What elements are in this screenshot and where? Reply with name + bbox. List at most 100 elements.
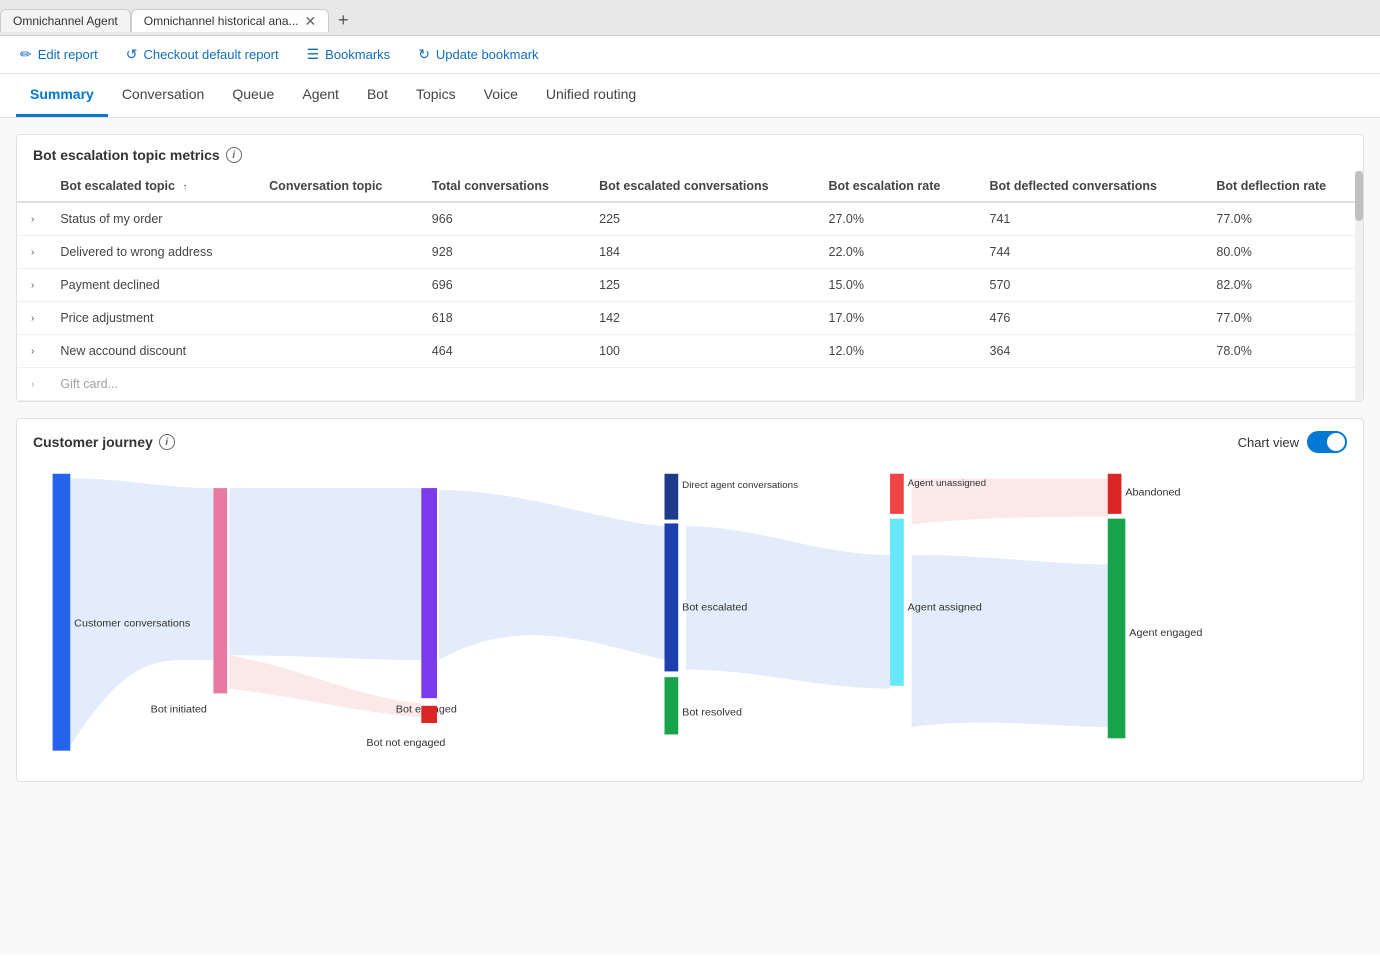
expand-button[interactable]: › (29, 311, 36, 326)
checkout-label: Checkout default report (143, 47, 278, 62)
escalated-cell: 225 (587, 202, 816, 236)
escalated-cell: 142 (587, 302, 816, 335)
node-label-direct-agent: Direct agent conversations (682, 480, 798, 491)
expand-cell[interactable]: › (17, 368, 48, 401)
close-icon[interactable]: ✕ (305, 14, 317, 28)
bookmarks-icon: ☰ (307, 46, 320, 63)
tab-conversation[interactable]: Conversation (108, 74, 219, 117)
esc-rate-cell (817, 368, 978, 401)
main-content: Bot escalation topic metrics i Bot escal… (0, 118, 1380, 955)
topic-cell: Gift card... (48, 368, 257, 401)
tab-bot[interactable]: Bot (353, 74, 402, 117)
topic-cell: Payment declined (48, 269, 257, 302)
tab-agent[interactable]: Agent (288, 74, 353, 117)
edit-report-button[interactable]: ✏ Edit report (16, 44, 102, 65)
expand-cell[interactable]: › (17, 202, 48, 236)
escalated-cell: 100 (587, 335, 816, 368)
node-label-agent-unassigned: Agent unassigned (908, 478, 986, 489)
topic-cell: New accound discount (48, 335, 257, 368)
col-header-deflected[interactable]: Bot deflected conversations (978, 171, 1205, 202)
expand-button[interactable]: › (29, 377, 36, 392)
expand-button[interactable]: › (29, 245, 36, 260)
edit-icon: ✏ (20, 46, 32, 63)
node-agent-unassigned (890, 474, 904, 514)
node-label-customer-conv: Customer conversations (74, 618, 190, 630)
table-row: › Delivered to wrong address 928 184 22.… (17, 236, 1363, 269)
checkout-icon: ↺ (126, 46, 138, 63)
tab-omnichannel-historical[interactable]: Omnichannel historical ana... ✕ (131, 9, 329, 32)
deflected-cell: 744 (978, 236, 1205, 269)
expand-button[interactable]: › (29, 344, 36, 359)
expand-cell[interactable]: › (17, 269, 48, 302)
browser-tab-bar: Omnichannel Agent Omnichannel historical… (0, 0, 1380, 36)
col-header-escalated[interactable]: Bot escalated conversations (587, 171, 816, 202)
toggle-knob (1327, 433, 1345, 451)
deflected-cell: 741 (978, 202, 1205, 236)
table-scroll-container[interactable]: Bot escalated topic ↑ Conversation topic… (17, 171, 1363, 401)
col-header-conv-topic[interactable]: Conversation topic (257, 171, 420, 202)
esc-rate-cell: 12.0% (817, 335, 978, 368)
node-label-bot-not-engaged: Bot not engaged (366, 737, 445, 749)
tab-unified-routing[interactable]: Unified routing (532, 74, 650, 117)
tab-omnichannel-agent[interactable]: Omnichannel Agent (0, 9, 131, 32)
expand-cell[interactable]: › (17, 236, 48, 269)
chart-view-label: Chart view (1238, 435, 1299, 450)
new-tab-button[interactable]: + (329, 7, 357, 35)
sankey-svg: Customer conversations Bot initiated Bot… (33, 469, 1347, 765)
bookmarks-label: Bookmarks (325, 47, 390, 62)
col-header-total[interactable]: Total conversations (420, 171, 587, 202)
node-abandoned (1108, 474, 1122, 514)
bot-metrics-header: Bot escalation topic metrics i (17, 135, 1363, 171)
topic-cell: Delivered to wrong address (48, 236, 257, 269)
total-cell: 966 (420, 202, 587, 236)
escalated-cell (587, 368, 816, 401)
esc-rate-cell: 27.0% (817, 202, 978, 236)
expand-button[interactable]: › (29, 212, 36, 227)
scrollbar-thumb[interactable] (1355, 171, 1363, 221)
tab-topics[interactable]: Topics (402, 74, 470, 117)
node-bot-not-engaged (421, 706, 437, 723)
node-bot-initiated (213, 488, 227, 693)
tab-label: Omnichannel Agent (13, 14, 118, 28)
node-bot-engaged (421, 488, 437, 698)
update-bookmark-button[interactable]: ↻ Update bookmark (414, 44, 542, 65)
total-cell: 618 (420, 302, 587, 335)
deflected-cell (978, 368, 1205, 401)
update-label: Update bookmark (436, 47, 539, 62)
chart-view-switch[interactable] (1307, 431, 1347, 453)
sankey-chart-area: Customer conversations Bot initiated Bot… (17, 461, 1363, 781)
node-agent-engaged (1108, 519, 1126, 739)
tab-voice[interactable]: Voice (470, 74, 532, 117)
tab-summary[interactable]: Summary (16, 74, 108, 117)
conv-topic-cell (257, 335, 420, 368)
node-label-agent-assigned: Agent assigned (908, 601, 982, 613)
col-header-topic[interactable]: Bot escalated topic ↑ (48, 171, 257, 202)
node-customer-conv (53, 474, 71, 751)
escalated-cell: 125 (587, 269, 816, 302)
table-row: › Payment declined 696 125 15.0% 570 82.… (17, 269, 1363, 302)
col-header-esc-rate[interactable]: Bot escalation rate (817, 171, 978, 202)
tab-queue[interactable]: Queue (218, 74, 288, 117)
checkout-default-button[interactable]: ↺ Checkout default report (122, 44, 283, 65)
conv-topic-cell (257, 269, 420, 302)
expand-cell[interactable]: › (17, 302, 48, 335)
esc-rate-cell: 15.0% (817, 269, 978, 302)
bot-metrics-card: Bot escalation topic metrics i Bot escal… (16, 134, 1364, 402)
journey-header: Customer journey i Chart view (17, 419, 1363, 461)
update-icon: ↻ (418, 46, 430, 63)
node-direct-agent (665, 474, 679, 520)
bookmarks-button[interactable]: ☰ Bookmarks (303, 44, 395, 65)
expand-button[interactable]: › (29, 278, 36, 293)
chart-view-toggle[interactable]: Chart view (1238, 431, 1347, 453)
bot-metrics-title: Bot escalation topic metrics (33, 147, 220, 163)
table-header-row: Bot escalated topic ↑ Conversation topic… (17, 171, 1363, 202)
expand-cell[interactable]: › (17, 335, 48, 368)
node-label-bot-resolved: Bot resolved (682, 706, 742, 718)
scrollbar-track[interactable] (1355, 171, 1363, 401)
edit-report-label: Edit report (38, 47, 98, 62)
journey-info-icon[interactable]: i (159, 434, 175, 450)
col-header-defl-rate[interactable]: Bot deflection rate (1204, 171, 1363, 202)
info-icon[interactable]: i (226, 147, 242, 163)
node-label-bot-initiated: Bot initiated (151, 704, 207, 716)
conv-topic-cell (257, 368, 420, 401)
